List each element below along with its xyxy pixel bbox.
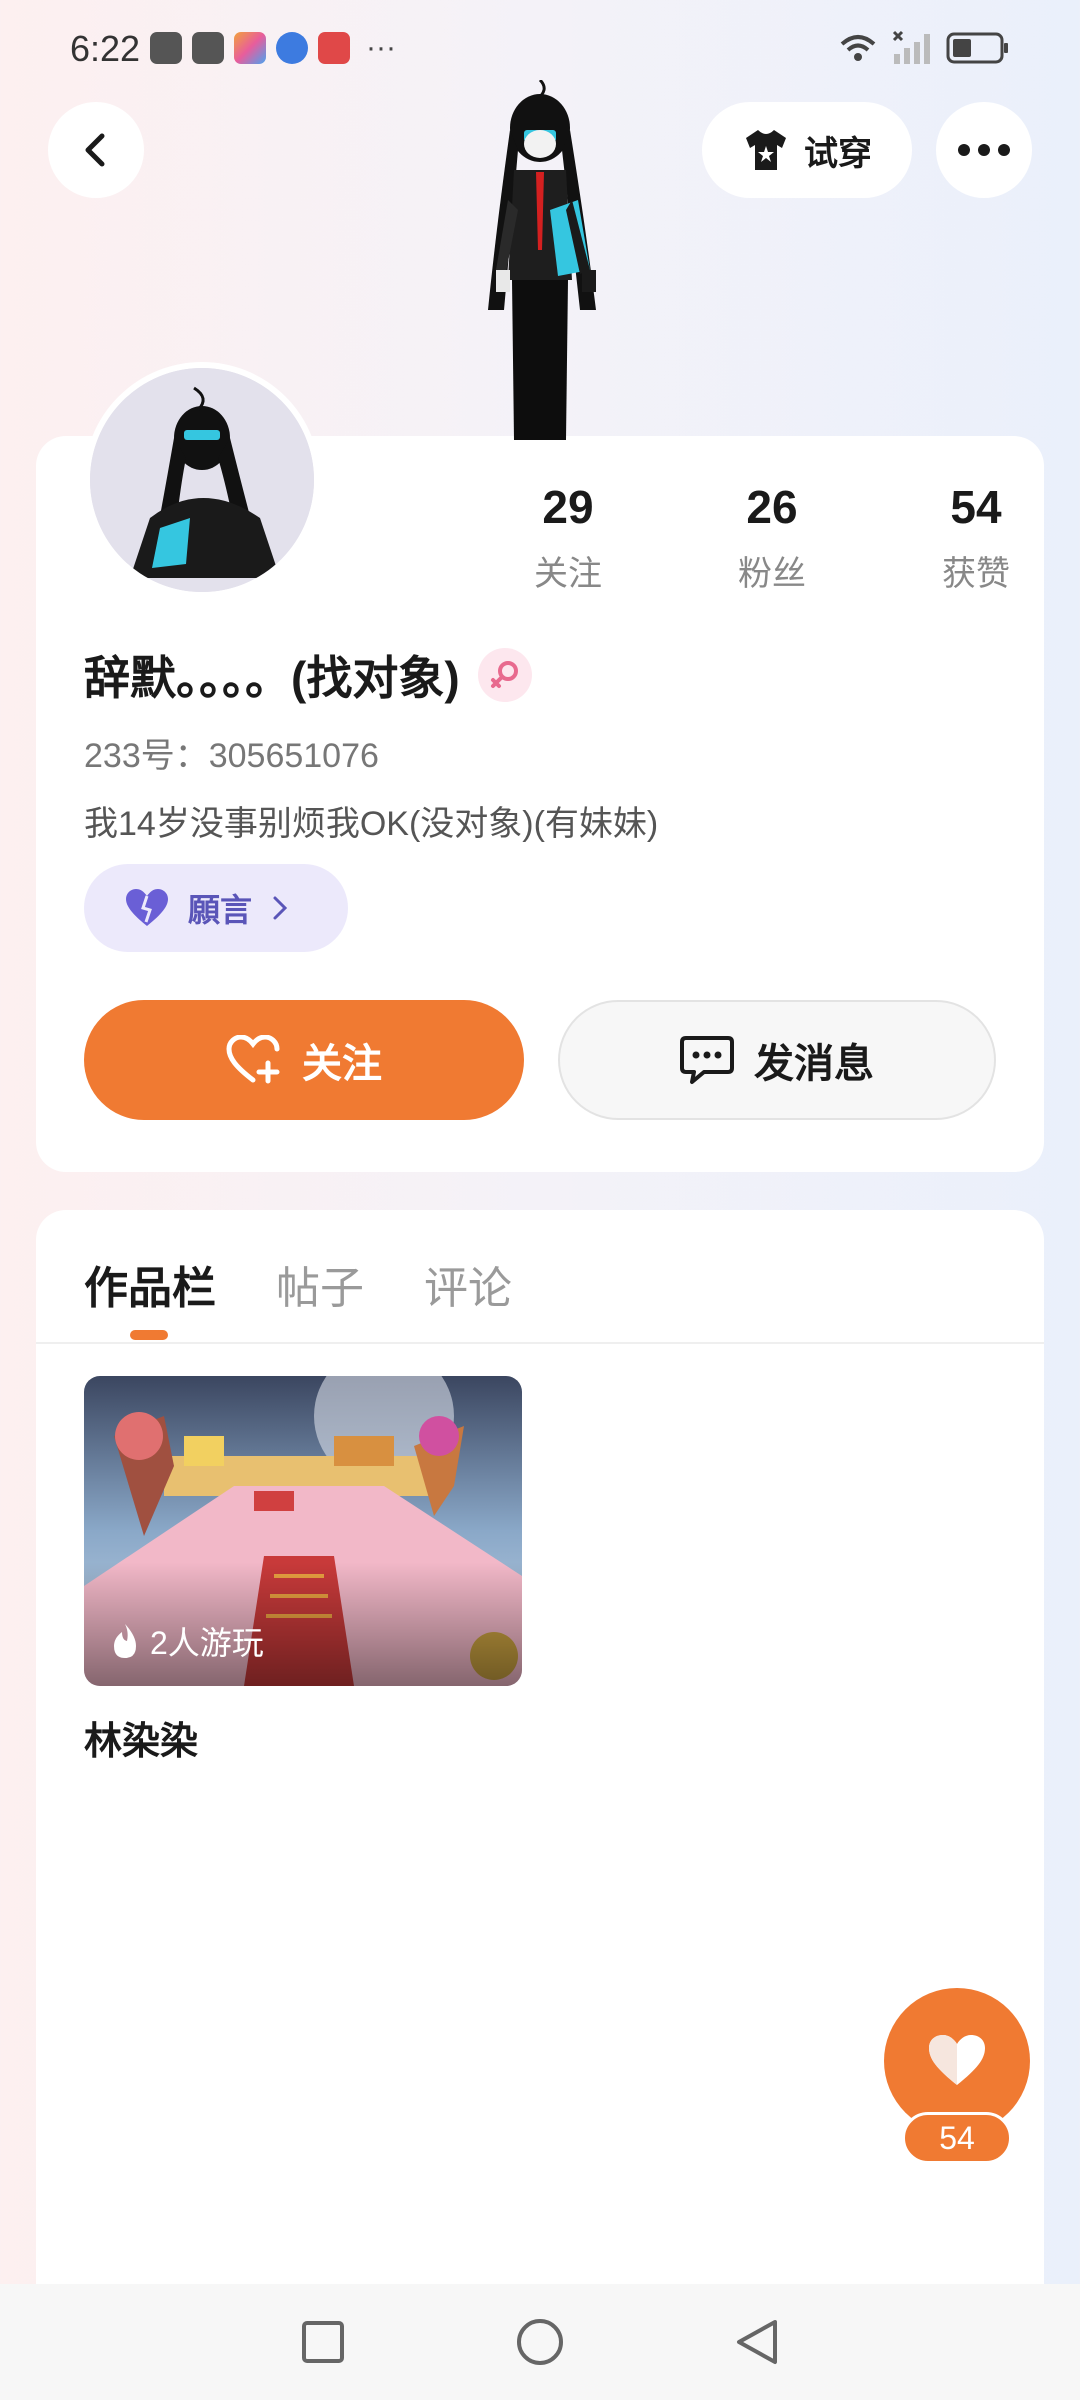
tab-posts[interactable]: 帖子	[276, 1252, 364, 1316]
chat-bubble-icon	[680, 1036, 734, 1084]
follow-button[interactable]: 关注	[84, 1000, 524, 1120]
character-avatar-figure	[488, 80, 596, 440]
more-notifications-icon: ···	[366, 31, 396, 64]
back-button[interactable]	[48, 102, 144, 198]
tab-comments[interactable]: 评论	[424, 1252, 512, 1316]
dot	[998, 144, 1010, 156]
wish-button[interactable]: 願言	[84, 864, 348, 952]
heart-icon	[126, 889, 168, 926]
chevron-right-icon	[273, 896, 288, 920]
followers-label: 粉丝	[738, 555, 806, 593]
avatar[interactable]	[84, 362, 320, 598]
try-on-label: 试穿	[804, 134, 872, 173]
active-tab-indicator	[130, 1330, 168, 1340]
username: 辞默。。。。(找对象)	[84, 652, 460, 704]
shopping-bag-icon	[192, 32, 224, 64]
avatar-image	[90, 368, 314, 592]
tshirt-icon	[746, 130, 786, 170]
shopping-bag-icon	[150, 32, 182, 64]
like-count-badge: 54	[902, 2112, 1012, 2164]
heart-icon	[929, 2035, 985, 2085]
likes-label: 获赞	[942, 555, 1010, 593]
send-message-label: 发消息	[754, 1042, 874, 1086]
following-label: 关注	[534, 555, 602, 593]
book-app-icon	[318, 32, 350, 64]
follow-label: 关注	[302, 1042, 382, 1086]
likes-count: 54	[950, 481, 1002, 533]
heart-plus-icon	[226, 1035, 280, 1084]
following-stat[interactable]: 29 关注	[466, 480, 670, 595]
battery-icon	[946, 32, 1008, 64]
game-card[interactable]: 2人游玩	[84, 1376, 522, 1686]
female-gender-icon	[477, 648, 532, 702]
system-nav-bar	[0, 2284, 1080, 2400]
browser-app-icon	[276, 32, 308, 64]
status-time: 6:22	[70, 28, 141, 69]
profile-stats: 29 关注 26 粉丝 54 获赞	[466, 480, 1078, 595]
bio: 我14岁没事别烦我OK(没对象)(有妹妹)	[84, 805, 659, 843]
more-options-button[interactable]	[936, 102, 1032, 198]
works-tabs: 作品栏 帖子 评论	[84, 1252, 512, 1316]
back-triangle-icon[interactable]	[735, 2318, 779, 2366]
dot	[978, 144, 990, 156]
game-title[interactable]: 林染染	[84, 1710, 198, 1765]
wish-label: 願言	[188, 892, 253, 928]
wifi-icon	[840, 35, 876, 61]
followers-count: 26	[746, 481, 798, 533]
paintbrush-app-icon	[234, 32, 266, 64]
username-row: 辞默。。。。(找对象)	[84, 642, 532, 708]
play-count-text: 2人游玩	[150, 1625, 264, 1661]
divider	[36, 1342, 1044, 1344]
try-on-button[interactable]: 试穿	[702, 102, 912, 198]
status-indicators	[838, 30, 1010, 66]
signal-icon	[892, 30, 930, 64]
dot	[958, 144, 970, 156]
recents-square-icon[interactable]	[301, 2320, 345, 2364]
tab-works[interactable]: 作品栏	[84, 1252, 216, 1316]
likes-stat[interactable]: 54 获赞	[874, 480, 1078, 595]
flame-icon	[114, 1624, 136, 1658]
followers-stat[interactable]: 26 粉丝	[670, 480, 874, 595]
home-circle-icon[interactable]	[515, 2317, 565, 2367]
send-message-button[interactable]: 发消息	[558, 1000, 996, 1120]
following-count: 29	[542, 481, 594, 533]
play-count: 2人游玩	[110, 1618, 264, 1664]
chevron-left-icon	[85, 133, 105, 167]
user-id: 233号：305651076	[84, 737, 379, 775]
status-app-icons: ···	[150, 32, 396, 64]
works-section: 作品栏 帖子 评论 2人游玩 林染染	[36, 1210, 1044, 2400]
